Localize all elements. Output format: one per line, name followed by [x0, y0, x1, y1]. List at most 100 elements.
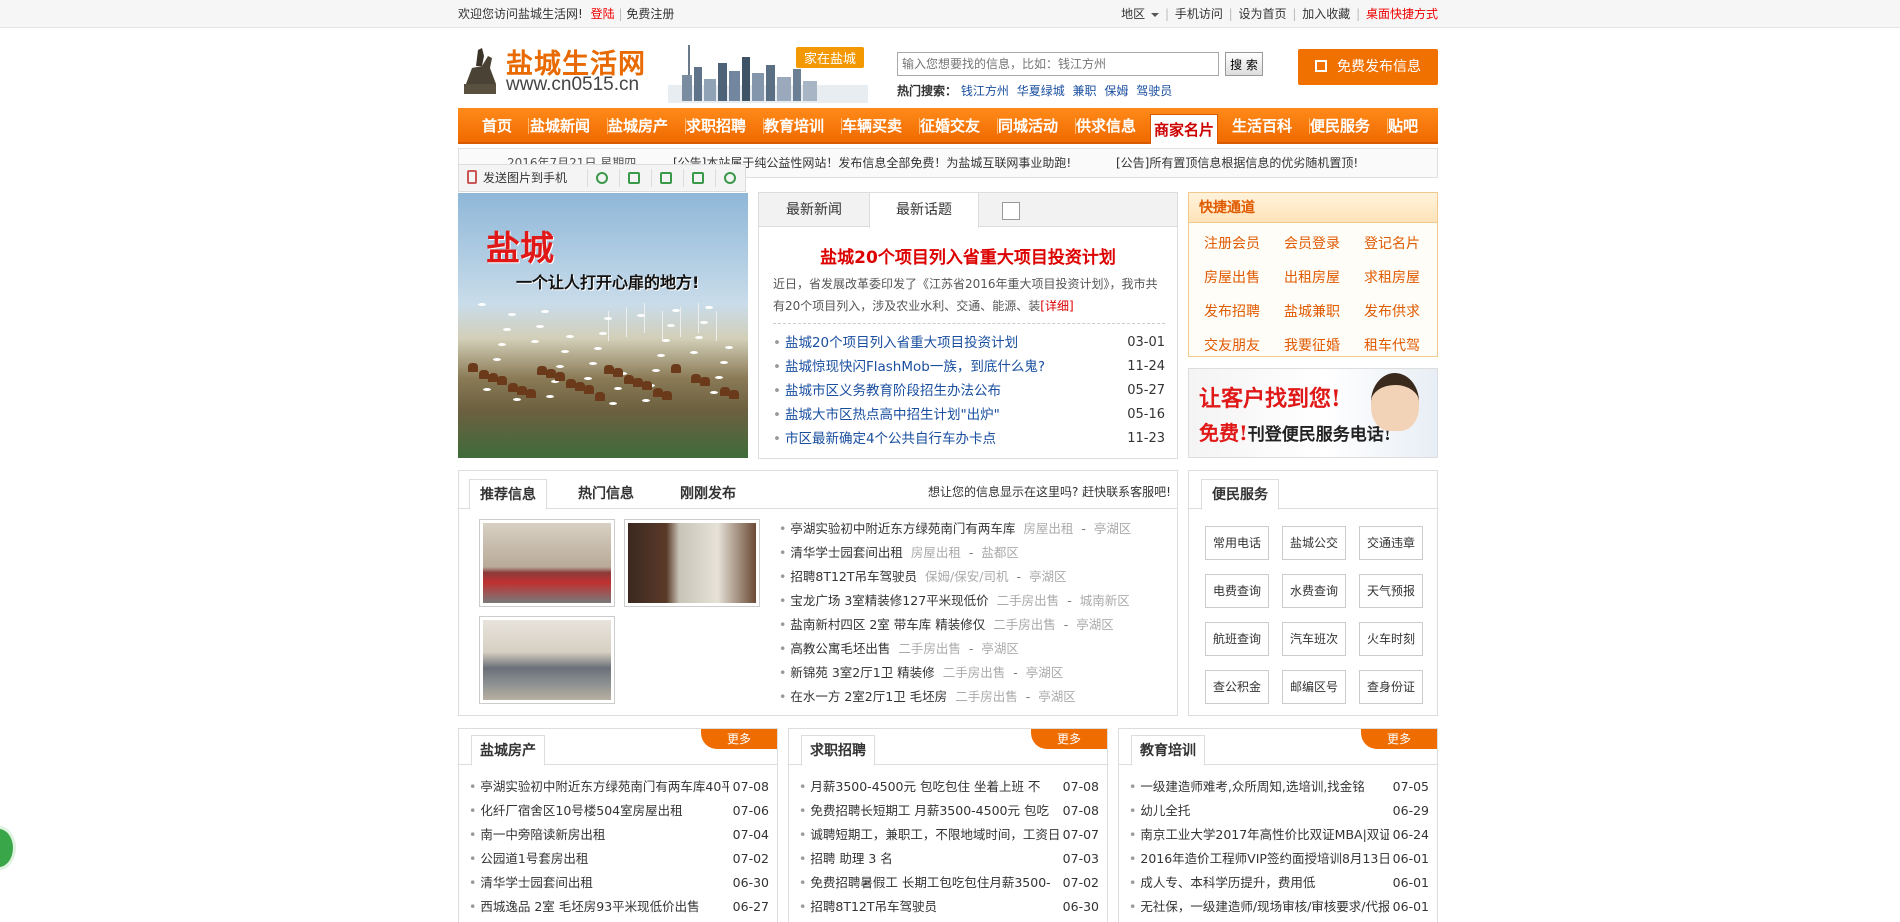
list-item[interactable]: • 月薪3500-4500元 包吃包住 坐着上班 不 07-08: [799, 775, 1099, 799]
quick-link[interactable]: 注册会员: [1193, 233, 1271, 253]
tab-recommended[interactable]: 推荐信息: [469, 479, 547, 510]
list-item[interactable]: • 公园道1号套房出租 07-02: [469, 847, 769, 871]
hot-keyword[interactable]: 兼职: [1073, 84, 1097, 98]
nav-item-home[interactable]: 首页: [482, 108, 512, 144]
quick-link[interactable]: 租车代驾: [1353, 335, 1431, 355]
region-dropdown[interactable]: 地区: [1119, 7, 1160, 21]
hot-keyword[interactable]: 保姆: [1104, 84, 1128, 98]
service-button[interactable]: 交通违章: [1359, 526, 1423, 560]
tab-hot[interactable]: 热门信息: [567, 479, 645, 509]
service-button[interactable]: 查公积金: [1205, 670, 1269, 704]
list-item[interactable]: • 南一中旁陪读新房出租 07-04: [469, 823, 769, 847]
list-item[interactable]: • 招聘8T12T吊车驾驶员 06-30: [799, 895, 1099, 919]
service-button[interactable]: 水费查询: [1282, 574, 1346, 608]
floating-widget-button[interactable]: [0, 826, 16, 870]
list-item[interactable]: • 宝龙广场 3室精装修127平米现低价 二手房出售 - 城南新区: [779, 589, 1169, 613]
service-button[interactable]: 汽车班次: [1282, 622, 1346, 656]
nav-item-education[interactable]: 教育培训: [764, 108, 824, 144]
service-button[interactable]: 常用电话: [1205, 526, 1269, 560]
nav-item-events[interactable]: 同城活动: [998, 108, 1058, 144]
list-item[interactable]: • 幼儿全托 06-29: [1129, 799, 1429, 823]
service-button[interactable]: 电费查询: [1205, 574, 1269, 608]
service-ad-banner[interactable]: 让客户找到您! 免费!刊登便民服务电话!: [1188, 368, 1438, 458]
service-button[interactable]: 查身份证: [1359, 670, 1423, 704]
nav-item-news[interactable]: 盐城新闻: [530, 108, 590, 144]
list-item[interactable]: • 无社保，一级建造师/现场审核/审核要求/代报 06-01: [1129, 895, 1429, 919]
list-item[interactable]: • 西城逸品 2室 毛坯房93平米现低价出售 06-27: [469, 895, 769, 919]
nav-item-life-wiki[interactable]: 生活百科: [1232, 108, 1292, 144]
tab-just-posted[interactable]: 刚刚发布: [669, 479, 747, 509]
quick-link[interactable]: 出租房屋: [1273, 267, 1351, 287]
list-item[interactable]: • 盐南新村四区 2室 带车库 精装修仅 二手房出售 - 亭湖区: [779, 613, 1169, 637]
search-input[interactable]: [897, 52, 1219, 76]
send-to-phone-button[interactable]: 发送图片到手机: [467, 165, 567, 191]
nav-item-vehicles[interactable]: 车辆买卖: [842, 108, 902, 144]
service-button[interactable]: 盐城公交: [1282, 526, 1346, 560]
search-button[interactable]: 搜 索: [1225, 52, 1263, 76]
list-item[interactable]: • 一级建造师难考,众所周知,选培训,找金铭 07-05: [1129, 775, 1429, 799]
thumbnail[interactable]: [479, 616, 615, 704]
quick-link[interactable]: 求租房屋: [1353, 267, 1431, 287]
hero-banner[interactable]: 盐城 一个让人打开心扉的地方!: [458, 193, 748, 458]
quick-link[interactable]: 房屋出售: [1193, 267, 1271, 287]
register-link[interactable]: 免费注册: [626, 7, 674, 21]
nav-item-realestate[interactable]: 盐城房产: [608, 108, 668, 144]
quick-link[interactable]: 发布供求: [1353, 301, 1431, 321]
nav-item-business-cards[interactable]: 商家名片: [1150, 114, 1219, 144]
list-item[interactable]: • 在水一方 2室2厅1卫 毛坯房 二手房出售 - 亭湖区: [779, 685, 1169, 709]
list-item[interactable]: • 盐城市区义务教育阶段招生办法公布 05-27: [773, 379, 1165, 403]
list-item[interactable]: • 免费招聘长短期工 月薪3500-4500元 包吃 07-08: [799, 799, 1099, 823]
category-title[interactable]: 盐城房产: [471, 735, 545, 766]
fullscreen-icon[interactable]: [619, 169, 640, 187]
list-item[interactable]: • 免费招聘暑假工 长期工包吃包住月薪3500- 07-02: [799, 871, 1099, 895]
quick-link[interactable]: 盐城兼职: [1273, 301, 1351, 321]
service-button[interactable]: 航班查询: [1205, 622, 1269, 656]
list-item[interactable]: • 新锦苑 3室2厅1卫 精装修 二手房出售 - 亭湖区: [779, 661, 1169, 685]
quick-link[interactable]: 发布招聘: [1193, 301, 1271, 321]
more-button[interactable]: 更多: [1361, 729, 1437, 749]
category-title[interactable]: 求职招聘: [801, 735, 875, 766]
nav-item-dating[interactable]: 征婚交友: [920, 108, 980, 144]
thumbnail[interactable]: [624, 519, 760, 607]
save-icon[interactable]: [651, 169, 672, 187]
list-item[interactable]: • 清华学士园套间出租 06-30: [469, 871, 769, 895]
favorite-link[interactable]: 加入收藏: [1302, 7, 1350, 21]
hot-keyword[interactable]: 钱江方州: [961, 84, 1009, 98]
more-button[interactable]: 更多: [701, 729, 777, 749]
nav-item-services[interactable]: 便民服务: [1310, 108, 1370, 144]
news-detail-link[interactable]: [详细]: [1040, 299, 1073, 313]
thumbnail[interactable]: [479, 519, 615, 607]
more-button[interactable]: 更多: [1031, 729, 1107, 749]
list-item[interactable]: • 亭湖实验初中附近东方绿苑南门有两车库40平 07-08: [469, 775, 769, 799]
list-item[interactable]: • 招聘 助理 3 名 07-03: [799, 847, 1099, 871]
hot-keyword[interactable]: 驾驶员: [1136, 84, 1172, 98]
mobile-link[interactable]: 手机访问: [1175, 7, 1223, 21]
nav-item-forum[interactable]: 贴吧: [1388, 108, 1418, 144]
quick-link[interactable]: 登记名片: [1353, 233, 1431, 253]
post-info-button[interactable]: 免费发布信息: [1298, 49, 1438, 85]
tab-latest-topics[interactable]: 最新话题: [869, 193, 979, 228]
list-item[interactable]: • 盐城20个项目列入省重大项目投资计划 03-01: [773, 331, 1165, 355]
list-item[interactable]: • 诚聘短期工，兼职工，不限地域时间，工资日 07-07: [799, 823, 1099, 847]
site-logo[interactable]: 盐城生活网 www.cn0515.cn: [458, 40, 658, 100]
service-button[interactable]: 邮编区号: [1282, 670, 1346, 704]
gear-icon[interactable]: [715, 169, 736, 187]
checkbox[interactable]: [1002, 202, 1020, 220]
list-item[interactable]: • 招聘8T12T吊车驾驶员 保姆/保安/司机 - 亭湖区: [779, 565, 1169, 589]
list-item[interactable]: • 高教公寓毛坯出售 二手房出售 - 亭湖区: [779, 637, 1169, 661]
list-item[interactable]: • 亭湖实验初中附近东方绿苑南门有两车库 房屋出租 - 亭湖区: [779, 517, 1169, 541]
list-item[interactable]: • 盐城惊现快闪FlashMob一族，到底什么鬼? 11-24: [773, 355, 1165, 379]
quick-link[interactable]: 我要征婚: [1273, 335, 1351, 355]
nav-item-supply[interactable]: 供求信息: [1076, 108, 1136, 144]
set-home-link[interactable]: 设为首页: [1239, 7, 1287, 21]
notice-item[interactable]: [公告]所有置顶信息根据信息的优劣随机置顶!: [1116, 149, 1358, 177]
news-headline[interactable]: 盐城20个项目列入省重大项目投资计划: [759, 243, 1177, 268]
service-button[interactable]: 火车时刻: [1359, 622, 1423, 656]
nav-item-jobs[interactable]: 求职招聘: [686, 108, 746, 144]
quick-link[interactable]: 交友朋友: [1193, 335, 1271, 355]
tab-latest-news[interactable]: 最新新闻: [759, 193, 869, 227]
hot-keyword[interactable]: 华夏绿城: [1017, 84, 1065, 98]
list-item[interactable]: • 南京工业大学2017年高性价比双证MBA|双证 06-24: [1129, 823, 1429, 847]
quick-link[interactable]: 会员登录: [1273, 233, 1351, 253]
list-item[interactable]: • 成人专、本科学历提升，费用低 06-01: [1129, 871, 1429, 895]
